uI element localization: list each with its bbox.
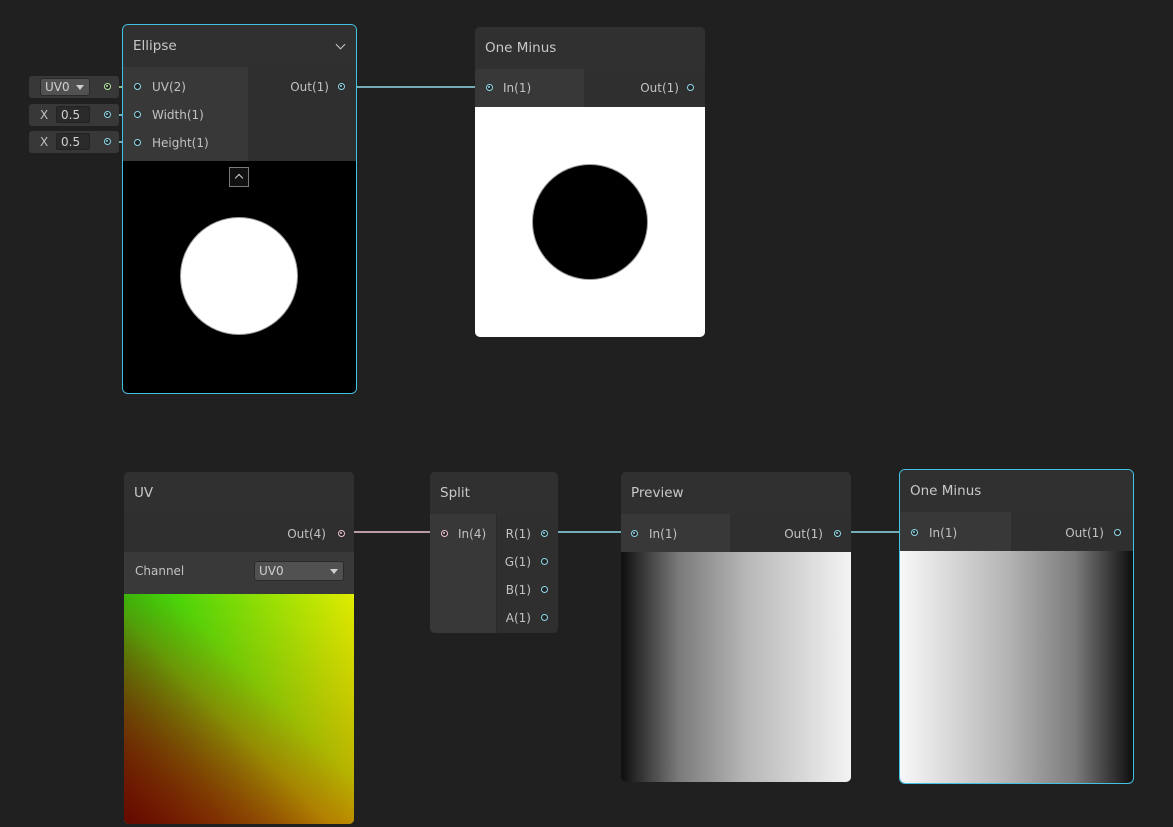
ellipse-height-label: Height(1) bbox=[152, 136, 209, 150]
split-slots: In(4) R(1) G(1) B(1) A(1) bbox=[430, 514, 558, 633]
one-minus-top-out-port[interactable] bbox=[687, 84, 694, 91]
uv-channel-select[interactable]: UV0 bbox=[254, 561, 344, 581]
preview-node-title: Preview bbox=[631, 485, 684, 501]
split-node-header[interactable]: Split bbox=[430, 472, 558, 514]
one-minus-top-header[interactable]: One Minus bbox=[475, 27, 705, 69]
ellipse-out-port[interactable] bbox=[338, 83, 345, 90]
one-minus-top-preview bbox=[475, 107, 705, 337]
height-axis-label: X bbox=[40, 135, 49, 149]
ellipse-node[interactable]: Ellipse UV(2) Width(1) Height(1) Out(1) bbox=[122, 24, 357, 394]
chevron-up-icon bbox=[234, 173, 244, 183]
ellipse-uv-label: UV(2) bbox=[152, 80, 186, 94]
preview-node-header[interactable]: Preview bbox=[621, 472, 851, 514]
ellipse-preview-circle bbox=[181, 218, 297, 334]
preview-input-column: In(1) bbox=[621, 514, 730, 552]
split-g-label: G(1) bbox=[504, 555, 531, 569]
split-input-column: In(4) bbox=[430, 514, 496, 633]
preview-in-port[interactable] bbox=[631, 530, 638, 537]
chevron-down-icon[interactable] bbox=[335, 39, 346, 50]
one-minus-bottom-input-column: In(1) bbox=[900, 512, 1011, 551]
uv-node-header[interactable]: UV bbox=[124, 472, 354, 514]
ellipse-node-header[interactable]: Ellipse bbox=[123, 25, 356, 67]
split-node[interactable]: Split In(4) R(1) G(1) B(1) A(1) bbox=[430, 472, 558, 633]
uv-slots: Out(4) bbox=[124, 514, 354, 552]
one-minus-bottom-title: One Minus bbox=[910, 483, 982, 499]
chevron-down-icon bbox=[76, 85, 84, 90]
uv-node-title: UV bbox=[134, 485, 154, 501]
ellipse-width-label: Width(1) bbox=[152, 108, 204, 122]
uv-channel-value: UV0 bbox=[45, 80, 70, 94]
one-minus-bottom-preview bbox=[900, 551, 1133, 783]
height-inline-port[interactable] bbox=[104, 138, 111, 145]
uv-channel-dropdown[interactable]: UV0 bbox=[40, 78, 90, 96]
uv-out-port[interactable] bbox=[338, 530, 345, 537]
uv-preview-dark-corner bbox=[124, 594, 354, 824]
uv-inline-input: UV0 bbox=[29, 76, 119, 98]
one-minus-bottom-output-column: Out(1) bbox=[1011, 512, 1133, 551]
width-axis-label: X bbox=[40, 108, 49, 122]
ellipse-node-title: Ellipse bbox=[133, 38, 177, 54]
uv-channel-label: Channel bbox=[135, 564, 185, 578]
ellipse-preview bbox=[123, 161, 356, 393]
uv-out-label: Out(4) bbox=[287, 527, 326, 541]
ellipse-out-label: Out(1) bbox=[290, 80, 329, 94]
one-minus-top-output-column: Out(1) bbox=[584, 69, 705, 107]
ellipse-output-column: Out(1) bbox=[248, 67, 356, 161]
split-r-label: R(1) bbox=[505, 527, 531, 541]
height-value-field[interactable]: 0.5 bbox=[56, 133, 90, 150]
uv-channel-select-value: UV0 bbox=[259, 564, 284, 578]
split-node-title: Split bbox=[440, 485, 470, 501]
split-g-port[interactable] bbox=[541, 558, 548, 565]
width-value-field[interactable]: 0.5 bbox=[56, 106, 90, 123]
collapse-preview-button[interactable] bbox=[229, 167, 249, 187]
one-minus-top-input-column: In(1) bbox=[475, 69, 584, 107]
one-minus-top-slots: In(1) Out(1) bbox=[475, 69, 705, 107]
preview-node[interactable]: Preview In(1) Out(1) bbox=[621, 472, 851, 782]
uv-preview bbox=[124, 594, 354, 824]
preview-out-port[interactable] bbox=[834, 530, 841, 537]
split-b-label: B(1) bbox=[505, 583, 531, 597]
one-minus-top-preview-circle bbox=[533, 165, 647, 279]
preview-image bbox=[621, 552, 851, 782]
one-minus-bottom-in-label: In(1) bbox=[929, 526, 958, 540]
one-minus-top-node[interactable]: One Minus In(1) Out(1) bbox=[475, 27, 705, 337]
one-minus-top-title: One Minus bbox=[485, 40, 557, 56]
ellipse-height-port[interactable] bbox=[134, 139, 141, 146]
preview-in-label: In(1) bbox=[649, 527, 678, 541]
ellipse-uv-port[interactable] bbox=[134, 83, 141, 90]
width-inline-port[interactable] bbox=[104, 111, 111, 118]
one-minus-bottom-node[interactable]: One Minus In(1) Out(1) bbox=[899, 469, 1134, 784]
ellipse-slots: UV(2) Width(1) Height(1) Out(1) bbox=[123, 67, 356, 161]
one-minus-bottom-in-port[interactable] bbox=[911, 529, 918, 536]
one-minus-bottom-slots: In(1) Out(1) bbox=[900, 512, 1133, 551]
one-minus-top-in-label: In(1) bbox=[503, 81, 532, 95]
preview-output-column: Out(1) bbox=[730, 514, 851, 552]
preview-slots: In(1) Out(1) bbox=[621, 514, 851, 552]
width-inline-input: X 0.5 bbox=[29, 104, 119, 126]
uv-channel-row: Channel UV0 bbox=[124, 552, 354, 594]
one-minus-bottom-header[interactable]: One Minus bbox=[900, 470, 1133, 512]
uv-output-column: Out(4) bbox=[124, 514, 354, 552]
ellipse-width-port[interactable] bbox=[134, 111, 141, 118]
one-minus-bottom-out-port[interactable] bbox=[1114, 529, 1121, 536]
split-a-label: A(1) bbox=[505, 611, 531, 625]
one-minus-top-out-label: Out(1) bbox=[640, 81, 679, 95]
split-in-label: In(4) bbox=[458, 527, 487, 541]
uv-inline-port[interactable] bbox=[104, 83, 111, 90]
height-inline-input: X 0.5 bbox=[29, 131, 119, 153]
split-in-port[interactable] bbox=[441, 530, 448, 537]
ellipse-input-column: UV(2) Width(1) Height(1) bbox=[123, 67, 248, 161]
split-r-port[interactable] bbox=[541, 530, 548, 537]
one-minus-top-in-port[interactable] bbox=[486, 84, 493, 91]
one-minus-bottom-out-label: Out(1) bbox=[1065, 526, 1104, 540]
split-a-port[interactable] bbox=[541, 614, 548, 621]
split-output-column: R(1) G(1) B(1) A(1) bbox=[496, 514, 558, 633]
chevron-down-icon bbox=[330, 569, 338, 574]
split-b-port[interactable] bbox=[541, 586, 548, 593]
preview-out-label: Out(1) bbox=[784, 527, 823, 541]
uv-node[interactable]: UV Out(4) Channel UV0 bbox=[124, 472, 354, 824]
